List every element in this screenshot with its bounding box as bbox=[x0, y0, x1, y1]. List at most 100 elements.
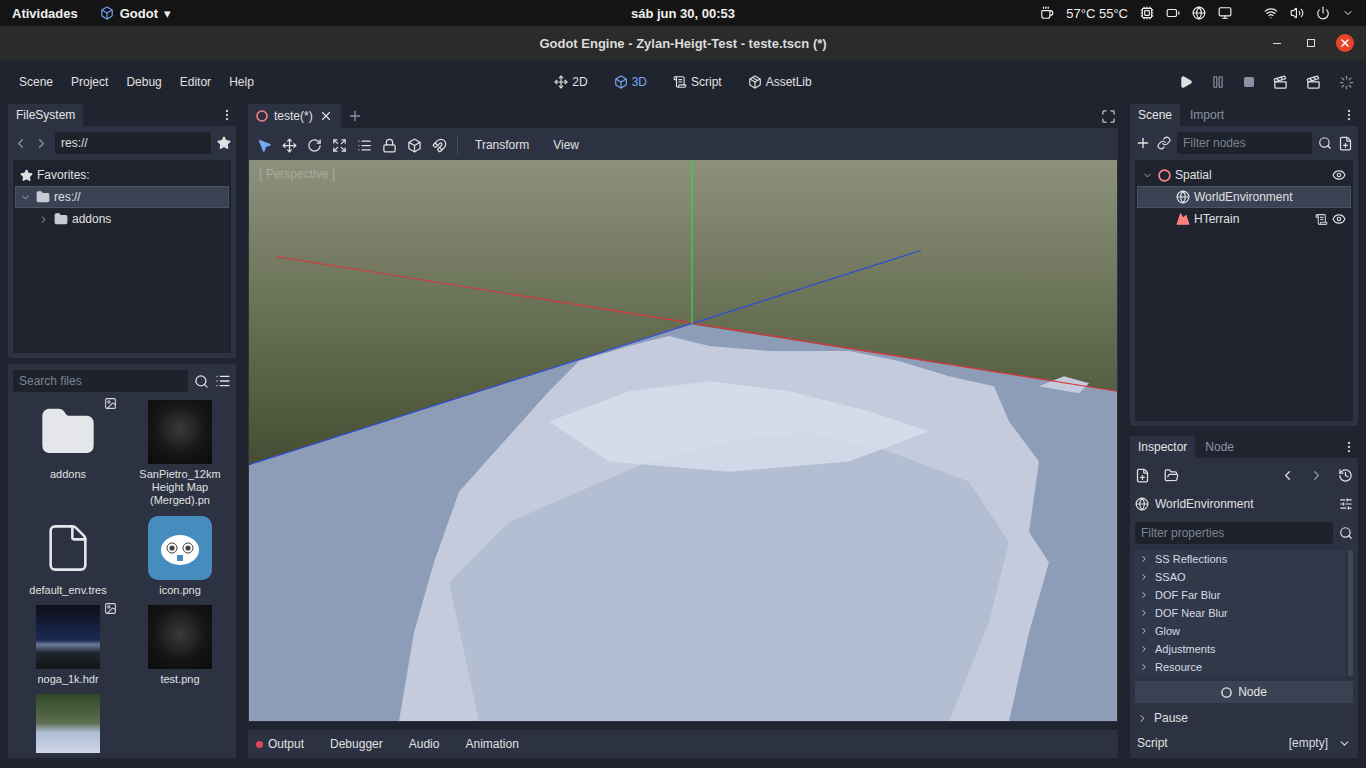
filter-properties-field[interactable]: Filter properties bbox=[1135, 522, 1333, 544]
lock-icon[interactable] bbox=[382, 138, 397, 153]
workspace-button[interactable]: 2D bbox=[546, 73, 595, 91]
scene-node[interactable]: WorldEnvironment bbox=[1137, 186, 1351, 208]
power-icon[interactable] bbox=[1316, 6, 1330, 20]
property-section[interactable]: SS Reflections bbox=[1135, 550, 1345, 568]
caffeine-icon[interactable] bbox=[1040, 6, 1054, 20]
new-resource-icon[interactable] bbox=[1135, 468, 1150, 483]
load-resource-icon[interactable] bbox=[1164, 468, 1179, 483]
dock-tab[interactable]: FileSystem bbox=[8, 104, 83, 126]
file-item[interactable]: addons bbox=[15, 400, 121, 508]
back-icon[interactable] bbox=[13, 136, 28, 151]
file-item[interactable]: icon.png bbox=[127, 516, 231, 597]
play-scene-icon[interactable] bbox=[1273, 75, 1288, 90]
battery-icon[interactable] bbox=[1166, 6, 1180, 20]
property-section[interactable]: Adjustments bbox=[1135, 640, 1345, 658]
property-section[interactable]: DOF Far Blur bbox=[1135, 586, 1345, 604]
object-properties-icon[interactable] bbox=[1339, 497, 1353, 511]
distraction-free-icon[interactable] bbox=[1101, 109, 1116, 124]
expand-icon[interactable] bbox=[38, 214, 50, 225]
browser-icon[interactable] bbox=[1192, 6, 1206, 20]
scene-node[interactable]: Spatial bbox=[1137, 164, 1351, 186]
path-field[interactable]: res:// bbox=[55, 132, 211, 154]
menu-item[interactable]: Project bbox=[64, 73, 115, 91]
file-item[interactable] bbox=[15, 694, 121, 753]
property-section[interactable]: Resource bbox=[1135, 658, 1345, 676]
visibility-eye-icon[interactable] bbox=[1332, 168, 1346, 182]
play-icon[interactable] bbox=[1179, 75, 1193, 89]
script-icon[interactable] bbox=[1315, 213, 1328, 226]
new-tab-icon[interactable] bbox=[347, 108, 363, 124]
scene-tab[interactable]: teste(*) bbox=[248, 104, 341, 128]
search-icon[interactable] bbox=[1318, 136, 1332, 150]
file-search-field[interactable]: Search files bbox=[13, 370, 188, 392]
history-icon[interactable] bbox=[1338, 468, 1353, 483]
bottom-tab[interactable]: Debugger bbox=[318, 737, 383, 751]
list-select-icon[interactable] bbox=[357, 138, 372, 153]
visibility-eye-icon[interactable] bbox=[1332, 212, 1346, 226]
attach-script-icon[interactable] bbox=[1338, 136, 1353, 151]
maximize-button[interactable] bbox=[1302, 34, 1320, 52]
list-view-icon[interactable] bbox=[215, 373, 231, 389]
dock-menu-icon[interactable] bbox=[220, 108, 234, 122]
volume-icon[interactable] bbox=[1290, 6, 1304, 20]
dock-tab[interactable]: Inspector bbox=[1130, 436, 1195, 458]
property-row[interactable]: Script[empty] bbox=[1135, 733, 1353, 753]
select-tool-icon[interactable] bbox=[257, 138, 272, 153]
3d-viewport[interactable]: [ Perspective ] bbox=[249, 160, 1117, 721]
search-icon[interactable] bbox=[1339, 526, 1353, 540]
workspace-button[interactable]: 3D bbox=[606, 73, 655, 91]
instance-icon[interactable] bbox=[1157, 136, 1171, 150]
expand-icon[interactable] bbox=[1142, 170, 1154, 181]
activities-button[interactable]: Atividades bbox=[12, 6, 78, 21]
menu-item[interactable]: Debug bbox=[119, 73, 168, 91]
property-section[interactable]: SSAO bbox=[1135, 568, 1345, 586]
perspective-label[interactable]: [ Perspective ] bbox=[259, 167, 335, 181]
file-item[interactable]: test.png bbox=[127, 605, 231, 686]
menu-item[interactable]: Editor bbox=[173, 73, 218, 91]
file-tree-item[interactable]: res:// bbox=[15, 186, 229, 208]
bottom-tab[interactable]: Output bbox=[256, 737, 304, 751]
file-item[interactable]: default_env.tres bbox=[15, 516, 121, 597]
next-object-icon[interactable] bbox=[1309, 468, 1324, 483]
previous-object-icon[interactable] bbox=[1280, 468, 1295, 483]
favorites-row[interactable]: Favorites: bbox=[15, 164, 229, 186]
minimize-button[interactable] bbox=[1268, 34, 1286, 52]
app-menu[interactable]: Godot▾ bbox=[100, 6, 171, 21]
system-menu-arrow-icon[interactable] bbox=[1342, 7, 1354, 19]
dock-tab[interactable]: Import bbox=[1182, 104, 1232, 126]
scene-node[interactable]: HTerrain bbox=[1137, 208, 1351, 230]
file-tree-item[interactable]: addons bbox=[15, 208, 229, 230]
dock-menu-icon[interactable] bbox=[1342, 108, 1356, 122]
display-icon[interactable] bbox=[1218, 6, 1232, 20]
filter-nodes-field[interactable]: Filter nodes bbox=[1177, 132, 1312, 154]
menu-item[interactable]: Scene bbox=[12, 73, 60, 91]
bottom-tab[interactable]: Audio bbox=[397, 737, 440, 751]
scrollbar[interactable] bbox=[1348, 550, 1353, 676]
add-node-icon[interactable] bbox=[1135, 135, 1151, 151]
file-item[interactable]: SanPietro_12km Height Map (Merged).pn bbox=[127, 400, 231, 508]
expand-icon[interactable] bbox=[20, 192, 32, 203]
dock-tab[interactable]: Node bbox=[1197, 436, 1242, 458]
play-custom-scene-icon[interactable] bbox=[1306, 75, 1321, 90]
close-button[interactable] bbox=[1336, 34, 1354, 52]
pause-icon[interactable] bbox=[1211, 75, 1225, 89]
dock-tab[interactable]: Scene bbox=[1130, 104, 1180, 126]
dropdown-icon[interactable] bbox=[1338, 737, 1351, 750]
favorite-star-icon[interactable] bbox=[217, 136, 231, 150]
search-icon[interactable] bbox=[194, 374, 209, 389]
file-item[interactable]: noga_1k.hdr bbox=[15, 605, 121, 686]
close-tab-icon[interactable] bbox=[319, 109, 333, 123]
property-section[interactable]: Glow bbox=[1135, 622, 1345, 640]
viewport-menu[interactable]: Transform bbox=[468, 136, 536, 154]
property-group[interactable]: Pause bbox=[1135, 708, 1353, 728]
wifi-icon[interactable] bbox=[1264, 6, 1278, 20]
workspace-button[interactable]: Script bbox=[665, 73, 730, 91]
property-section[interactable]: DOF Near Blur bbox=[1135, 604, 1345, 622]
viewport-menu[interactable]: View bbox=[546, 136, 586, 154]
bottom-tab[interactable]: Animation bbox=[453, 737, 518, 751]
clock[interactable]: sáb jun 30, 00:53 bbox=[631, 6, 735, 21]
cpu-icon[interactable] bbox=[1140, 6, 1154, 20]
workspace-button[interactable]: AssetLib bbox=[740, 73, 820, 91]
rotate-tool-icon[interactable] bbox=[307, 138, 322, 153]
stop-icon[interactable] bbox=[1243, 76, 1255, 88]
